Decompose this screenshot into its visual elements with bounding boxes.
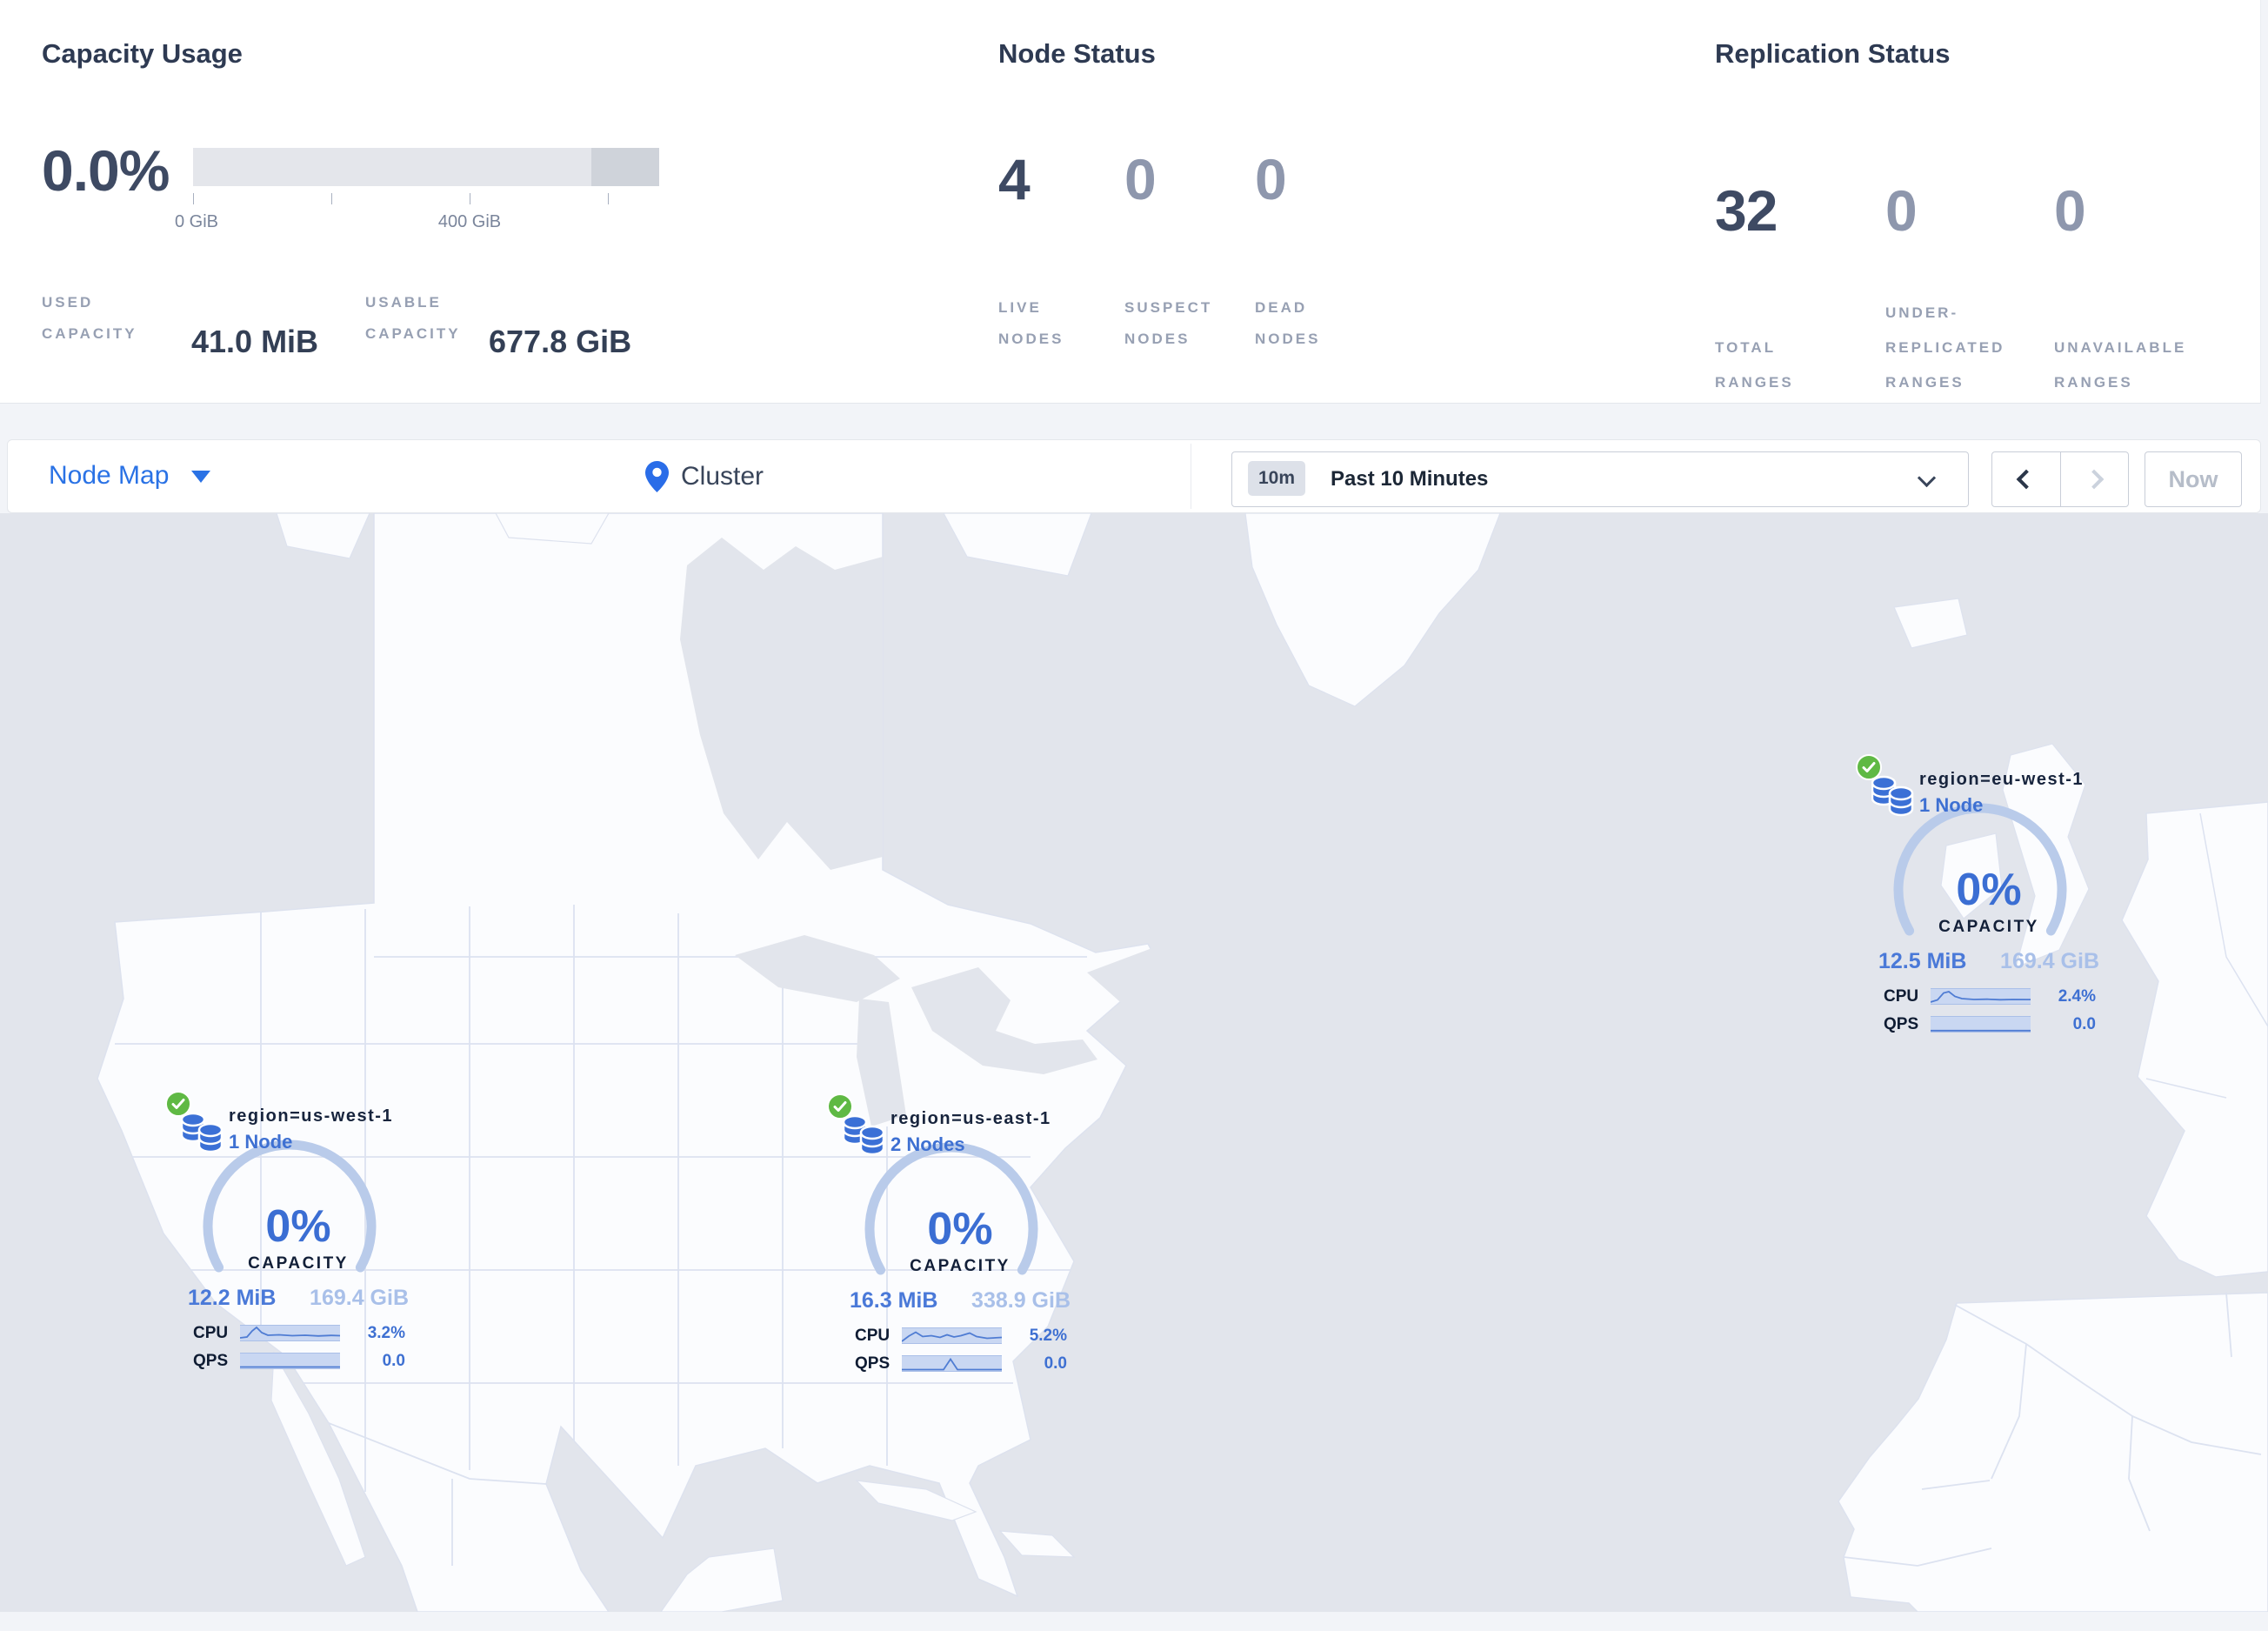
capacity-usage-bar xyxy=(193,148,659,186)
region-capacity-label: CAPACITY xyxy=(910,1257,1011,1275)
node-map[interactable]: region=us-west-1 1 Node 0% CAPACITY 12.2… xyxy=(0,513,2268,1612)
cpu-label: CPU xyxy=(1884,987,1919,1006)
region-cpu-row: CPU 2.4% xyxy=(1871,987,2106,1006)
region-marker-eu-west-1[interactable]: region=eu-west-1 1 Node 0% CAPACITY 12.5… xyxy=(1856,754,2106,1052)
region-name: region=us-east-1 xyxy=(891,1109,1051,1128)
chevron-left-icon xyxy=(2016,469,2037,490)
region-capacity-label: CAPACITY xyxy=(1938,918,2039,936)
region-capacity-label: CAPACITY xyxy=(248,1254,349,1273)
time-range-dropdown[interactable]: 10m Past 10 Minutes xyxy=(1231,451,1969,507)
qps-label: QPS xyxy=(193,1352,229,1370)
cpu-value: 2.4% xyxy=(2058,987,2096,1006)
capacity-axis-tick-400: 400 GiB xyxy=(437,212,502,231)
node-status-title: Node Status xyxy=(998,38,1156,69)
database-nodes-icon xyxy=(1871,775,1914,817)
suspect-nodes-label: SUSPECT NODES xyxy=(1124,299,1213,347)
capacity-usage-title: Capacity Usage xyxy=(42,38,243,69)
live-nodes-count: 4 xyxy=(998,147,1031,211)
now-button[interactable]: Now xyxy=(2145,451,2242,507)
region-node-count: 1 Node xyxy=(229,1131,293,1153)
region-used-capacity: 12.2 MiB xyxy=(188,1286,277,1310)
region-node-count: 2 Nodes xyxy=(891,1133,965,1155)
region-marker-us-east-1[interactable]: region=us-east-1 2 Nodes 0% CAPACITY 16.… xyxy=(827,1093,1077,1391)
chevron-down-icon xyxy=(191,471,211,484)
region-total-capacity: 338.9 GiB xyxy=(971,1288,1071,1313)
region-cpu-row: CPU 3.2% xyxy=(181,1324,416,1343)
time-step-control xyxy=(1991,451,2129,507)
suspect-nodes-count: 0 xyxy=(1124,147,1157,211)
time-step-forward-button[interactable] xyxy=(2059,452,2129,506)
used-capacity-label: USED CAPACITY xyxy=(42,294,137,342)
breadcrumb-cluster-label: Cluster xyxy=(681,462,764,491)
replication-status-title: Replication Status xyxy=(1715,38,1951,69)
breadcrumb[interactable]: Cluster xyxy=(645,452,764,501)
under-replicated-ranges-count: 0 xyxy=(1885,178,1918,243)
total-ranges-label: TOTAL RANGES xyxy=(1715,339,1794,391)
qps-label: QPS xyxy=(1884,1015,1919,1033)
qps-value: 0.0 xyxy=(382,1352,405,1370)
summary-stats-panel: Capacity Usage 0.0% 0 GiB 400 GiB USED C… xyxy=(0,0,2261,404)
time-range-badge: 10m xyxy=(1248,461,1306,496)
cpu-sparkline xyxy=(1931,988,2031,1005)
qps-sparkline xyxy=(902,1355,1002,1372)
region-qps-row: QPS 0.0 xyxy=(1871,1015,2106,1034)
qps-value: 0.0 xyxy=(2072,1015,2096,1033)
cpu-label: CPU xyxy=(193,1324,229,1342)
database-nodes-icon xyxy=(843,1114,885,1156)
qps-label: QPS xyxy=(855,1354,891,1373)
region-capacity-percent: 0% xyxy=(265,1201,331,1252)
view-selector-dropdown[interactable]: Node Map xyxy=(49,461,211,491)
dead-nodes-count: 0 xyxy=(1255,147,1287,211)
region-total-capacity: 169.4 GiB xyxy=(310,1286,409,1310)
dead-nodes-label: DEAD NODES xyxy=(1255,299,1321,347)
cpu-value: 3.2% xyxy=(367,1324,405,1342)
region-name: region=us-west-1 xyxy=(229,1106,394,1126)
world-map xyxy=(97,513,2268,1612)
time-range-label: Past 10 Minutes xyxy=(1331,467,1489,491)
unavailable-ranges-label: UNAVAILABLE RANGES xyxy=(2054,339,2187,391)
qps-value: 0.0 xyxy=(1044,1354,1067,1373)
unavailable-ranges-count: 0 xyxy=(2054,178,2086,243)
region-total-capacity: 169.4 GiB xyxy=(2000,949,2099,973)
cluster-overview-page: Capacity Usage 0.0% 0 GiB 400 GiB USED C… xyxy=(0,0,2268,1631)
usable-capacity-label: USABLE CAPACITY xyxy=(365,294,461,342)
region-capacity-percent: 0% xyxy=(1956,865,2022,915)
region-marker-us-west-1[interactable]: region=us-west-1 1 Node 0% CAPACITY 12.2… xyxy=(165,1091,416,1388)
region-cpu-row: CPU 5.2% xyxy=(843,1327,1077,1346)
qps-sparkline xyxy=(240,1353,340,1369)
region-capacity-values: 16.3 MiB 338.9 GiB xyxy=(850,1288,1071,1313)
usable-capacity-value: 677.8 GiB xyxy=(489,324,632,359)
time-step-back-button[interactable] xyxy=(1992,452,2060,506)
region-capacity-values: 12.2 MiB 169.4 GiB xyxy=(188,1286,409,1311)
used-capacity-value: 41.0 MiB xyxy=(191,324,319,359)
total-ranges-count: 32 xyxy=(1715,178,1778,243)
region-used-capacity: 12.5 MiB xyxy=(1878,949,1967,973)
database-nodes-icon xyxy=(181,1112,223,1153)
qps-sparkline xyxy=(1931,1016,2031,1033)
map-toolbar: Node Map Cluster 10m Past 10 Minutes Now xyxy=(7,439,2261,513)
chevron-down-icon xyxy=(1917,468,1937,488)
chevron-right-icon xyxy=(2084,469,2105,490)
region-capacity-percent: 0% xyxy=(927,1204,993,1254)
view-selector-label: Node Map xyxy=(49,461,170,490)
region-used-capacity: 16.3 MiB xyxy=(850,1288,938,1313)
map-land-europe xyxy=(2121,801,2268,1278)
region-capacity-values: 12.5 MiB 169.4 GiB xyxy=(1878,949,2099,974)
cpu-label: CPU xyxy=(855,1327,891,1345)
cpu-sparkline xyxy=(902,1327,1002,1344)
cpu-value: 5.2% xyxy=(1029,1327,1067,1345)
capacity-bar-reserved-segment xyxy=(591,148,659,186)
live-nodes-label: LIVE NODES xyxy=(998,299,1064,347)
region-qps-row: QPS 0.0 xyxy=(843,1354,1077,1374)
under-replicated-ranges-label: UNDER- REPLICATED RANGES xyxy=(1885,304,2005,391)
region-qps-row: QPS 0.0 xyxy=(181,1352,416,1371)
map-pin-icon xyxy=(645,461,669,492)
cpu-sparkline xyxy=(240,1325,340,1341)
capacity-percent: 0.0% xyxy=(42,138,170,203)
region-node-count: 1 Node xyxy=(1919,794,1984,816)
capacity-axis-tick-0: 0 GiB xyxy=(174,212,219,231)
region-name: region=eu-west-1 xyxy=(1919,770,2085,789)
